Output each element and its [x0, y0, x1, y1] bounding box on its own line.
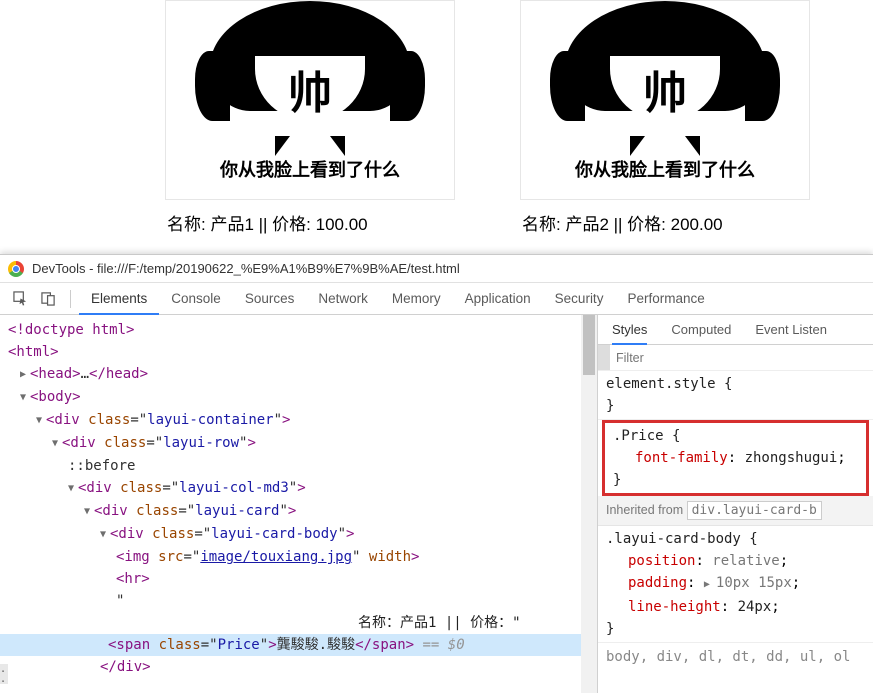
scrollbar[interactable] [581, 315, 597, 693]
devtools-window: DevTools - file:///F:/temp/20190622_%E9%… [0, 254, 873, 693]
selected-element[interactable]: <span class="Price">龔駿駿.駿駿</span> == $0 [0, 634, 597, 656]
product-card: 帅 你从我脸上看到了什么 名称: 产品1 || 价格: 100.00 [165, 0, 455, 254]
window-title: DevTools - file:///F:/temp/20190622_%E9%… [32, 261, 460, 276]
product-card: 帅 你从我脸上看到了什么 名称: 产品2 || 价格: 200.00 [520, 0, 810, 254]
tab-performance[interactable]: Performance [615, 283, 716, 315]
styles-panel: Styles Computed Event Listen element.sty… [597, 315, 873, 693]
highlighted-rule: .Price { font-family: zhongshugui; } [602, 420, 869, 496]
devtools-titlebar: DevTools - file:///F:/temp/20190622_%E9%… [0, 255, 873, 283]
device-mode-button[interactable] [34, 286, 62, 312]
tab-console[interactable]: Console [159, 283, 233, 315]
css-rule[interactable]: element.style { } [598, 371, 873, 420]
devtools-toolbar: Elements Console Sources Network Memory … [0, 283, 873, 315]
product-image: 帅 你从我脸上看到了什么 [520, 0, 810, 200]
tab-network[interactable]: Network [306, 283, 380, 315]
inspect-element-button[interactable] [6, 286, 34, 312]
elements-panel[interactable]: <!doctype html> <html> ▶<head>…</head> ▼… [0, 315, 597, 693]
inherited-link[interactable]: div.layui-card-b [687, 501, 822, 520]
subtab-styles[interactable]: Styles [612, 315, 647, 345]
css-rule[interactable]: .layui-card-body { position: relative; p… [598, 526, 873, 643]
face-text: 帅 [643, 57, 687, 121]
tab-memory[interactable]: Memory [380, 283, 453, 315]
subtab-computed[interactable]: Computed [671, 319, 731, 341]
tab-application[interactable]: Application [453, 283, 543, 315]
tab-sources[interactable]: Sources [233, 283, 307, 315]
chrome-icon [8, 261, 24, 277]
css-rule[interactable]: .Price { font-family: zhongshugui; } [605, 423, 866, 493]
tab-security[interactable]: Security [543, 283, 616, 315]
product-info: 名称: 产品2 || 价格: 200.00 [520, 210, 810, 235]
page-content: 帅 你从我脸上看到了什么 名称: 产品1 || 价格: 100.00 帅 你从我… [0, 0, 873, 254]
tab-elements[interactable]: Elements [79, 283, 159, 315]
css-rule[interactable]: body, div, dl, dt, dd, ul, ol [598, 643, 873, 671]
subtab-eventlisteners[interactable]: Event Listen [755, 319, 827, 341]
expand-ellipsis[interactable]: .. [0, 664, 8, 684]
face-text: 帅 [288, 57, 332, 121]
inherited-from: Inherited from div.layui-card-b [598, 496, 873, 526]
product-info: 名称: 产品1 || 价格: 100.00 [165, 210, 455, 235]
product-image: 帅 你从我脸上看到了什么 [165, 0, 455, 200]
filter-input[interactable] [610, 351, 873, 365]
